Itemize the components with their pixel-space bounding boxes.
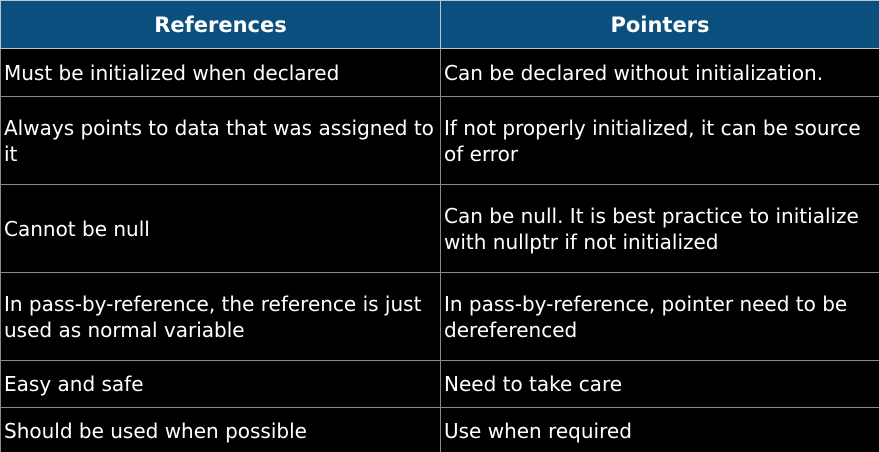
table-row: In pass-by-reference, the reference is j… bbox=[0, 272, 879, 361]
comparison-table: References Pointers Must be initialized … bbox=[0, 0, 879, 452]
column-header-pointers: Pointers bbox=[440, 0, 879, 49]
pointers-cell: Use when required bbox=[440, 407, 879, 452]
table-row: Must be initialized when declared Can be… bbox=[0, 48, 879, 97]
table-row: Always points to data that was assigned … bbox=[0, 96, 879, 185]
table-row: Should be used when possible Use when re… bbox=[0, 407, 879, 452]
pointers-cell: If not properly initialized, it can be s… bbox=[440, 96, 879, 185]
pointers-cell: In pass-by-reference, pointer need to be… bbox=[440, 272, 879, 361]
table-row: Cannot be null Can be null. It is best p… bbox=[0, 184, 879, 273]
pointers-cell: Need to take care bbox=[440, 360, 879, 408]
references-cell: Should be used when possible bbox=[0, 407, 441, 452]
references-cell: Easy and safe bbox=[0, 360, 441, 408]
references-cell: Must be initialized when declared bbox=[0, 48, 441, 97]
pointers-cell: Can be null. It is best practice to init… bbox=[440, 184, 879, 273]
table-row: Easy and safe Need to take care bbox=[0, 360, 879, 408]
pointers-cell: Can be declared without initialization. bbox=[440, 48, 879, 97]
column-header-references: References bbox=[0, 0, 441, 49]
table-body: Must be initialized when declared Can be… bbox=[0, 48, 879, 452]
table-header: References Pointers bbox=[0, 0, 879, 49]
header-row: References Pointers bbox=[0, 0, 879, 49]
references-cell: Always points to data that was assigned … bbox=[0, 96, 441, 185]
references-cell: In pass-by-reference, the reference is j… bbox=[0, 272, 441, 361]
references-cell: Cannot be null bbox=[0, 184, 441, 273]
